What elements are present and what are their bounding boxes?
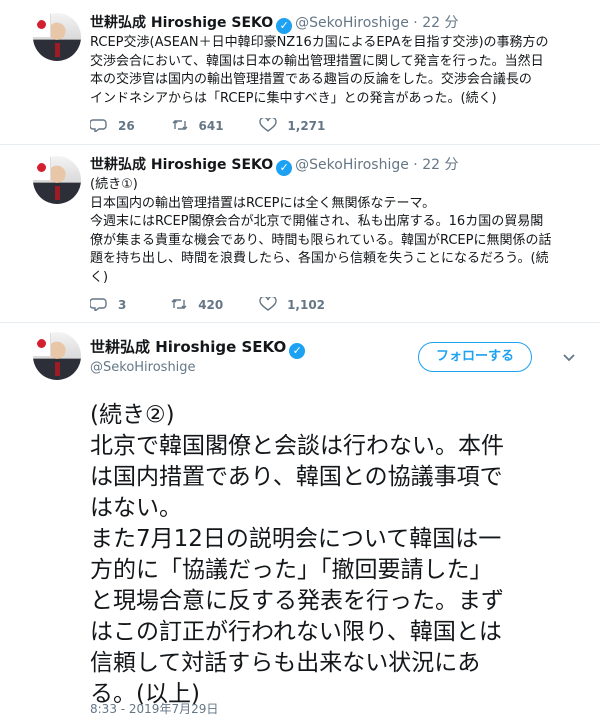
author-name[interactable]: 世耕弘成 Hiroshige SEKO [90,157,273,173]
author-handle[interactable]: @SekoHiroshige [295,157,409,173]
tweet-line: は国内措置であり、韓国との協議事項で [90,464,503,490]
verified-badge-icon: ✓ [289,343,306,359]
tweet-line: また7月12日の説明会について韓国は一 [90,526,502,552]
retweet-count: 420 [198,298,224,312]
retweet-icon [172,120,188,130]
like-count: 1,271 [287,119,326,133]
flag-icon [33,13,51,37]
reply-count: 3 [118,298,127,312]
tweet-line: と現場合意に反する発表を行った。まず [90,588,504,614]
tweet-header: 世耕弘成 Hiroshige SEKO ✓ @SekoHiroshige · 22 … [90,12,458,34]
tweet-line: 本の交渉官は国内の輸出管理措置である趣旨の反論をした。交渉会合議長の [90,72,532,87]
tweet-text: RCEP交渉(ASEAN＋日中韓印豪NZ16カ国によるEPAを目指す交渉)の事務… [90,34,590,108]
tweet-text: (続き①) 日本国内の輸出管理措置はRCEPには全く無関係なテーマ。 今週末には… [90,176,590,287]
reply-icon [90,298,107,311]
tweet-1[interactable]: 世耕弘成 Hiroshige SEKO ✓ @SekoHiroshige · 22 … [0,0,600,150]
tweet-actions: 3 420 1,102 [90,297,325,312]
verified-badge-icon: ✓ [276,160,293,176]
tweet-time[interactable]: 22 分 [422,15,458,31]
flag-icon [33,156,51,180]
retweet-count: 641 [198,119,224,133]
separator-dot: · [413,15,418,31]
tweet-line: (続き②) [90,402,175,428]
tie-decoration [55,362,60,376]
tweet-header: 世耕弘成 Hiroshige SEKO ✓ @SekoHiroshige · 22 … [90,154,458,176]
separator-dot: · [413,157,418,173]
tweet-line: 今週末にはRCEP閣僚会合が北京で開催され、私も出席する。16カ国の貿易閣 [90,214,544,229]
author-name[interactable]: 世耕弘成 Hiroshige SEKO [90,338,286,356]
author-name[interactable]: 世耕弘成 Hiroshige SEKO [90,15,273,31]
tie-decoration [55,186,60,200]
heart-icon [259,297,277,311]
tweet-line: 北京で韓国閣僚と会談は行わない。本件 [90,433,504,459]
like-button[interactable]: 1,102 [259,297,325,312]
tweet-line: 僚が集まる貴重な機会であり、時間も限られている。韓国がRCEPに無関係の話 [90,232,552,248]
retweet-button[interactable]: 641 [171,118,224,133]
main-tweet-text: (続き②) 北京で韓国閣僚と会談は行わない。本件 は国内措置であり、韓国との協議… [90,400,590,710]
chevron-down-icon[interactable] [560,348,578,366]
tweet-line: 交渉会合において、韓国は日本の輸出管理措置に関して発言を行った。当然日 [90,53,544,69]
tie-decoration [55,43,60,57]
tweet-line: く) [90,269,109,285]
tweet-line: 方的に「協議だった」「撤回要請した」 [90,557,493,583]
retweet-button[interactable]: 420 [170,297,223,312]
divider [0,322,600,323]
tweet-line: はない。 [90,495,182,521]
author-handle[interactable]: @SekoHiroshige [90,360,196,375]
verified-badge-icon: ✓ [276,18,293,34]
author-handle[interactable]: @SekoHiroshige [295,15,409,31]
reply-button[interactable]: 3 [90,297,126,312]
tweet-line: 題を持ち出し、時間を浪費したら、各国から信頼を失うことになるだろう。(続 [90,251,549,266]
tweet-actions: 26 641 1,271 [90,118,325,133]
tweet-line: RCEP交渉(ASEAN＋日中韓印豪NZ16カ国によるEPAを目指す交渉)の事務… [90,35,549,50]
tweet-timestamp[interactable]: 8:33 - 2019年7月29日 [90,700,218,717]
tweet-time[interactable]: 22 分 [422,157,458,173]
reply-button[interactable]: 26 [90,118,135,133]
avatar[interactable] [33,332,81,380]
like-count: 1,102 [287,298,326,312]
avatar[interactable] [33,13,81,61]
heart-icon [259,118,278,132]
tweet-line: インドネシアからは「RCEPに集中すべき」との発言があった。(続く) [90,90,497,106]
tweet-line: 信頼して対話すらも出来ない状況にあ [90,650,481,676]
reply-count: 26 [118,119,135,133]
main-tweet-handle-row: @SekoHiroshige [90,360,196,375]
retweet-icon [171,299,187,309]
follow-button[interactable]: フォローする [418,342,532,372]
tweet-line: 日本国内の輸出管理措置はRCEPには全く無関係なテーマ。 [90,195,436,211]
reply-icon [90,119,107,132]
avatar[interactable] [33,156,81,204]
tweet-2[interactable]: 世耕弘成 Hiroshige SEKO ✓ @SekoHiroshige · 22 … [0,144,600,324]
tweet-line: (続き①) [90,177,138,192]
main-tweet-author: 世耕弘成 Hiroshige SEKO ✓ [90,336,308,359]
like-button[interactable]: 1,271 [259,118,325,133]
tweet-line: はこの訂正が行われない限り、韓国とは [90,619,502,645]
flag-icon [33,332,51,356]
